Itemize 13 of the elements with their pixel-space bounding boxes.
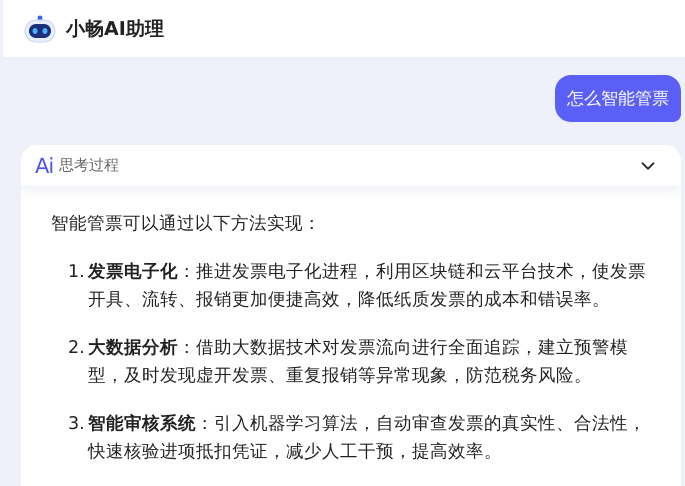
thinking-label: 思考过程 [59, 156, 120, 175]
thinking-header[interactable]: Ai 思考过程 [21, 145, 681, 186]
list-number: 2. [68, 337, 86, 360]
list-number: 1. [68, 261, 86, 284]
list-number: 3. [68, 413, 86, 436]
list-item-text: 大数据分析：借助大数据技术对发票流向进行全面追踪，建立预警模型，及时发现虚开发票、重复报销等异常现象，防范税务风险。 [88, 337, 629, 388]
ai-label: Ai [35, 154, 54, 178]
list-item-text: 智能审核系统：引入机器学习算法，自动审查发票的真实性、合法性，快速核验进项抵扣凭证，减少人工干预，提高效率。 [88, 412, 647, 464]
answer-intro: 智能管票可以通过以下方法实现： [51, 213, 322, 236]
app-title: 小畅AI助理 [66, 16, 164, 42]
user-message: 怎么智能管票 [555, 75, 681, 122]
robot-icon [24, 14, 56, 42]
list-item-text: 发票电子化：推进发票电子化进程，利用区块链和云平台技术，使发票开具、流转、报销更加便捷高效，降低纸质发票的成本和错误率。 [88, 261, 647, 312]
